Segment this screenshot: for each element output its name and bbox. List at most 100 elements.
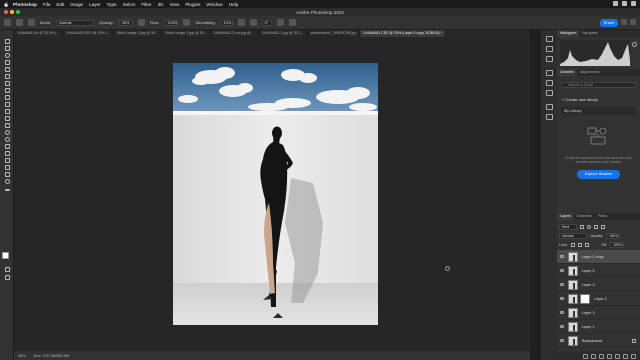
new-group-icon[interactable] xyxy=(615,353,620,359)
gradient-tool-icon[interactable] xyxy=(3,122,11,128)
layer-style-icon[interactable] xyxy=(591,353,596,359)
character-panel-icon[interactable] xyxy=(546,80,553,86)
search-icon[interactable] xyxy=(622,1,627,6)
tab-document[interactable]: Stock Image 2.jpg @ 50... xyxy=(114,30,163,37)
doc-size[interactable]: Doc: 176.7M/953.9M xyxy=(34,354,69,358)
visibility-eye-icon[interactable] xyxy=(559,325,564,328)
tab-document-active[interactable]: 1HAA6481.CR2 @ 25% (Layer 5 copy, RGB/16… xyxy=(359,30,447,37)
angle-field[interactable]: 0° xyxy=(261,19,272,26)
new-layer-icon[interactable] xyxy=(623,353,628,359)
pressure-opacity-icon[interactable] xyxy=(137,19,145,26)
lock-pixels-icon[interactable] xyxy=(570,242,575,247)
visibility-eye-icon[interactable] xyxy=(559,297,564,300)
opacity-field[interactable]: 40% xyxy=(118,19,133,26)
share-button[interactable]: Share xyxy=(600,18,618,27)
layer-row[interactable]: Layer 2 xyxy=(557,292,640,306)
menu-select[interactable]: Select xyxy=(123,2,136,7)
menu-type[interactable]: Type xyxy=(107,2,117,7)
layer-row[interactable]: Background xyxy=(557,334,640,348)
blend-mode-select[interactable]: Normal xyxy=(559,232,587,239)
menu-window[interactable]: Window xyxy=(206,2,222,7)
lock-all-icon[interactable] xyxy=(584,242,589,247)
visibility-eye-icon[interactable] xyxy=(559,339,564,342)
filter-type-icon[interactable] xyxy=(594,224,598,229)
blur-tool-icon[interactable] xyxy=(3,129,11,135)
tab-document[interactable]: 1HAA6461-2-rev.jpg @ ... xyxy=(211,30,259,37)
workspace-icon[interactable] xyxy=(630,19,636,25)
visibility-eye-icon[interactable] xyxy=(559,311,564,314)
menu-view[interactable]: View xyxy=(169,2,179,7)
my-library-item[interactable]: My Library xyxy=(561,107,636,115)
crop-tool-icon[interactable] xyxy=(3,66,11,72)
filter-shape-icon[interactable] xyxy=(601,224,605,229)
link-layers-icon[interactable] xyxy=(583,353,588,359)
more-tools-icon[interactable] xyxy=(3,187,11,193)
control-center-icon[interactable] xyxy=(631,1,636,6)
flow-field[interactable]: 100% xyxy=(164,19,179,26)
layer-row[interactable]: Layer 5 copy xyxy=(557,250,640,264)
brush-tool-preset-icon[interactable] xyxy=(16,19,23,26)
menu-edit[interactable]: Edit xyxy=(56,2,64,7)
clone-stamp-tool-icon[interactable] xyxy=(3,101,11,107)
pen-tool-icon[interactable] xyxy=(3,143,11,149)
histogram-refresh-icon[interactable] xyxy=(632,42,637,47)
zoom-tool-icon[interactable] xyxy=(3,178,11,184)
lock-position-icon[interactable] xyxy=(577,242,582,247)
pressure-size-icon[interactable] xyxy=(276,19,284,26)
layer-mask-thumbnail[interactable] xyxy=(580,293,590,304)
tab-layers[interactable]: Layers xyxy=(557,213,574,220)
tab-adjustments[interactable]: Adjustments xyxy=(577,69,603,76)
tab-document[interactable]: 1HAA6461-1.jpg @ 33.3... xyxy=(259,30,308,37)
menu-file[interactable]: File xyxy=(43,2,50,7)
search-icon[interactable] xyxy=(621,19,627,25)
menu-layer[interactable]: Layer xyxy=(89,2,101,7)
symmetry-icon[interactable] xyxy=(288,19,296,26)
airbrush-icon[interactable] xyxy=(183,19,191,26)
mode-select[interactable]: Normal xyxy=(56,19,95,26)
move-tool-icon[interactable] xyxy=(3,38,11,44)
brushes-panel-icon[interactable] xyxy=(546,104,553,110)
explore-libraries-button[interactable]: Explore libraries xyxy=(577,170,620,179)
delete-layer-icon[interactable] xyxy=(631,353,636,359)
menu-filter[interactable]: Filter xyxy=(141,2,151,7)
eyedropper-tool-icon[interactable] xyxy=(3,80,11,86)
swatches-panel-icon[interactable] xyxy=(546,56,553,62)
paragraph-panel-icon[interactable] xyxy=(546,90,553,96)
layer-kind-filter[interactable]: Kind xyxy=(559,223,577,230)
wifi-icon[interactable] xyxy=(613,1,618,6)
menu-3d[interactable]: 3D xyxy=(158,2,164,7)
tab-document[interactable]: 1HAA6450.CR2 @ 25% (... xyxy=(63,30,114,37)
quick-select-tool-icon[interactable] xyxy=(3,59,11,65)
filter-adjust-icon[interactable] xyxy=(587,224,591,229)
create-library-button[interactable]: + Create new library xyxy=(562,97,598,102)
layer-row[interactable]: Layer 5 xyxy=(557,264,640,278)
zoom-level[interactable]: 25% xyxy=(18,354,26,358)
tab-document[interactable]: shutterstock_749836756.jpg xyxy=(308,30,360,37)
filter-pixel-icon[interactable] xyxy=(580,224,584,229)
frame-tool-icon[interactable] xyxy=(3,73,11,79)
adjustment-layer-icon[interactable] xyxy=(607,353,612,359)
home-icon[interactable] xyxy=(4,19,11,26)
tab-histogram[interactable]: Histogram xyxy=(557,30,580,37)
fill-field[interactable]: 100% xyxy=(610,241,625,248)
smoothing-field[interactable]: 10% xyxy=(220,19,233,26)
tab-libraries[interactable]: Libraries xyxy=(557,69,577,76)
color-panel-icon[interactable] xyxy=(546,46,553,52)
rectangle-tool-icon[interactable] xyxy=(3,164,11,170)
actions-panel-icon[interactable] xyxy=(546,114,553,120)
quick-mask-icon[interactable] xyxy=(3,266,11,272)
library-search-input[interactable]: Search in Stock xyxy=(561,82,636,88)
layer-row[interactable]: Layer 1 xyxy=(557,320,640,334)
marquee-tool-icon[interactable] xyxy=(3,45,11,51)
screen-mode-icon[interactable] xyxy=(3,274,11,280)
apple-icon[interactable] xyxy=(4,1,9,7)
foreground-color-swatch[interactable] xyxy=(2,252,9,259)
menu-plugins[interactable]: Plugins xyxy=(185,2,200,7)
document-canvas[interactable] xyxy=(173,63,378,325)
tab-document[interactable]: 1HAA6441.tif @ 33.3% (... xyxy=(14,30,64,37)
brush-tool-icon[interactable] xyxy=(3,94,11,100)
tab-paths[interactable]: Paths xyxy=(595,213,610,220)
layer-row[interactable]: Layer 4 xyxy=(557,278,640,292)
lasso-tool-icon[interactable] xyxy=(3,52,11,58)
menu-image[interactable]: Image xyxy=(70,2,83,7)
